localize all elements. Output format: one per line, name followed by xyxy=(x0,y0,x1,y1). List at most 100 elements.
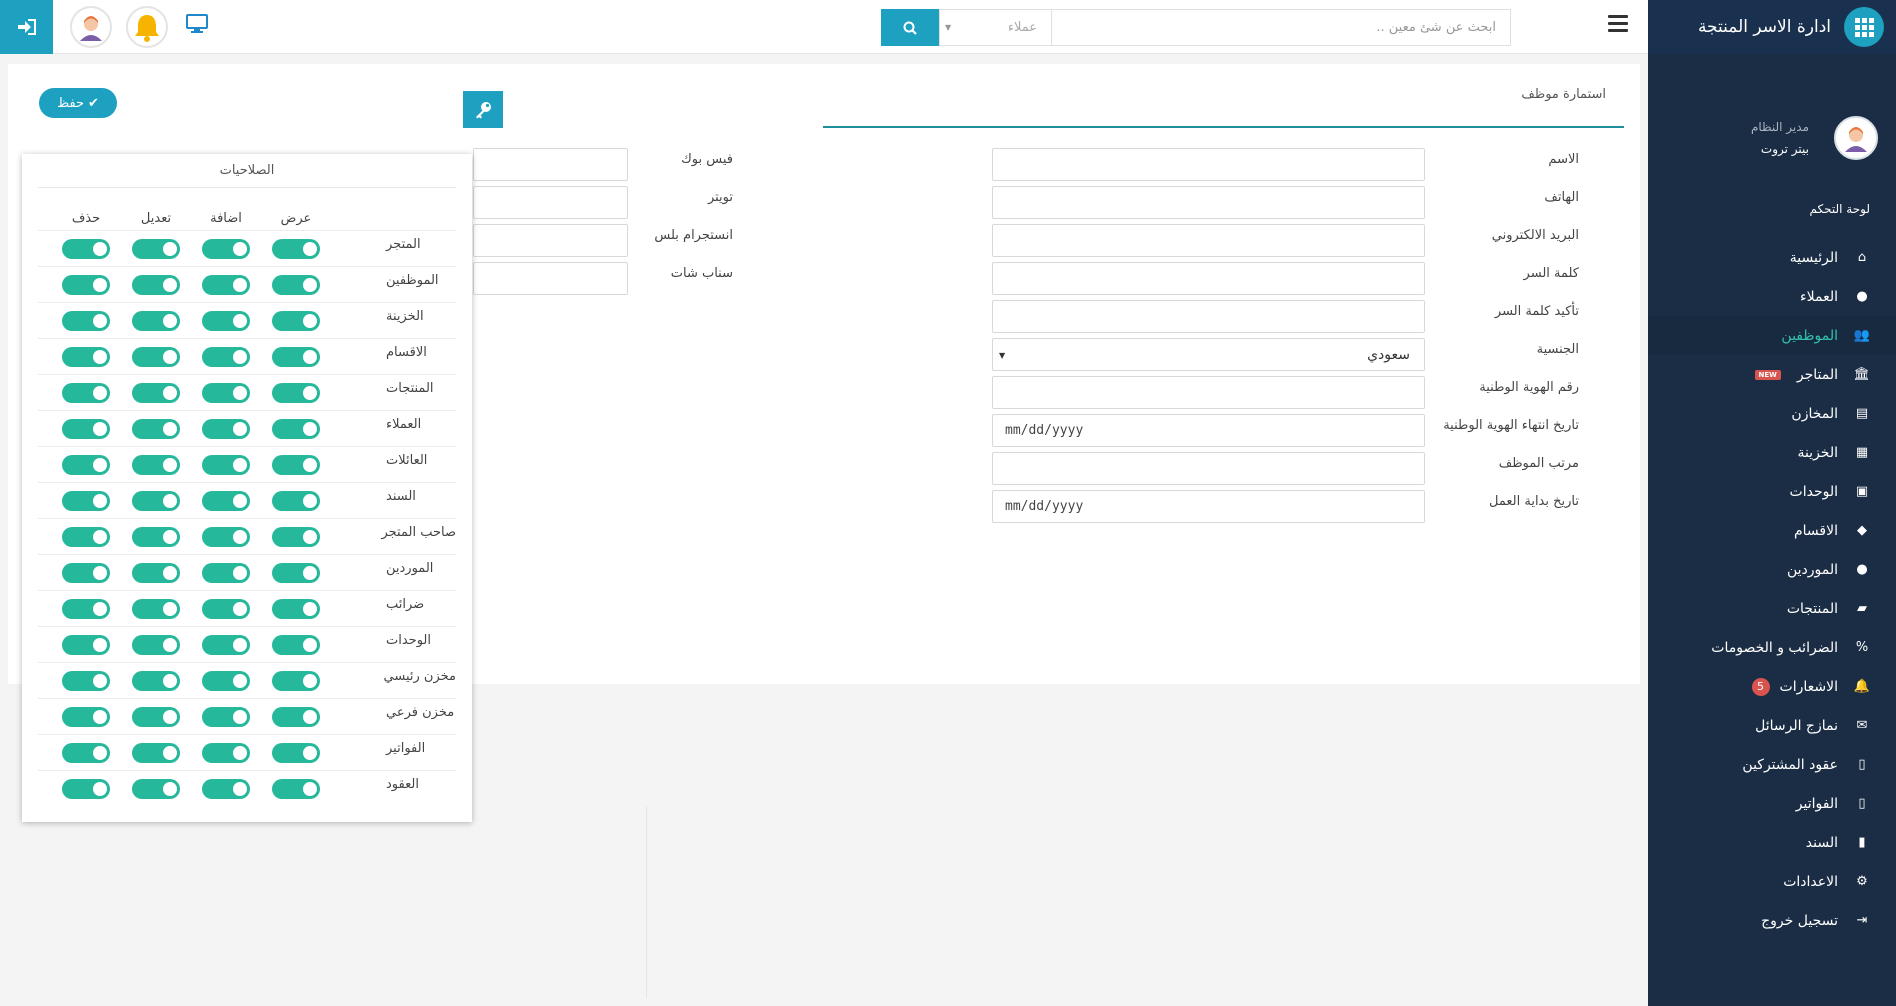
permission-toggle[interactable] xyxy=(202,707,250,727)
search-scope-select[interactable]: عملاء ▼ xyxy=(939,9,1052,46)
permission-toggle[interactable] xyxy=(62,491,110,511)
permission-toggle[interactable] xyxy=(132,455,180,475)
permission-toggle[interactable] xyxy=(132,707,180,727)
search-button[interactable] xyxy=(881,9,939,46)
permission-toggle[interactable] xyxy=(202,347,250,367)
field-input-8[interactable] xyxy=(992,452,1425,485)
permission-toggle[interactable] xyxy=(202,779,250,799)
permission-toggle[interactable] xyxy=(202,599,250,619)
field-input-1[interactable] xyxy=(992,186,1425,219)
permission-toggle[interactable] xyxy=(272,239,320,259)
field-input-0[interactable] xyxy=(992,148,1425,181)
permission-toggle[interactable] xyxy=(202,671,250,691)
social-input-1[interactable] xyxy=(473,186,628,219)
permission-toggle[interactable] xyxy=(202,419,250,439)
permission-toggle[interactable] xyxy=(62,635,110,655)
sidebar-item-13[interactable]: ▯ عقود المشتركين xyxy=(1648,745,1896,784)
permission-toggle[interactable] xyxy=(272,743,320,763)
permission-toggle[interactable] xyxy=(272,635,320,655)
field-input-7[interactable] xyxy=(992,414,1425,447)
permission-toggle[interactable] xyxy=(62,455,110,475)
field-input-9[interactable] xyxy=(992,490,1425,523)
permission-toggle[interactable] xyxy=(272,383,320,403)
sidebar-item-1[interactable]: ● العملاء xyxy=(1648,277,1896,316)
permission-toggle[interactable] xyxy=(202,743,250,763)
monitor-icon[interactable] xyxy=(186,14,208,38)
permission-toggle[interactable] xyxy=(132,599,180,619)
permission-toggle[interactable] xyxy=(132,563,180,583)
permission-toggle[interactable] xyxy=(132,671,180,691)
social-input-3[interactable] xyxy=(473,262,628,295)
permission-toggle[interactable] xyxy=(272,563,320,583)
permission-toggle[interactable] xyxy=(132,383,180,403)
sidebar-item-10[interactable]: % الضرائب و الخصومات xyxy=(1648,628,1896,667)
permission-toggle[interactable] xyxy=(132,347,180,367)
permission-toggle[interactable] xyxy=(132,779,180,799)
permission-toggle[interactable] xyxy=(272,455,320,475)
sidebar-item-6[interactable]: ▣ الوحدات xyxy=(1648,472,1896,511)
field-input-4[interactable] xyxy=(992,300,1425,333)
logout-button[interactable] xyxy=(0,0,53,54)
permission-toggle[interactable] xyxy=(272,779,320,799)
sidebar-item-8[interactable]: ● الموردين xyxy=(1648,550,1896,589)
search-input[interactable] xyxy=(1052,9,1511,46)
field-input-6[interactable] xyxy=(992,376,1425,409)
apps-grid-icon[interactable] xyxy=(1844,7,1884,47)
sidebar-item-3[interactable]: 🏛 المتاجر NEW xyxy=(1648,355,1896,394)
permission-toggle[interactable] xyxy=(62,563,110,583)
permission-toggle[interactable] xyxy=(62,599,110,619)
permission-toggle[interactable] xyxy=(272,347,320,367)
sidebar-item-17[interactable]: ⇥ تسجيل خروج xyxy=(1648,901,1896,940)
avatar[interactable] xyxy=(1834,116,1878,160)
permission-toggle[interactable] xyxy=(272,599,320,619)
save-button[interactable]: ✔ حفظ xyxy=(39,88,117,118)
user-avatar[interactable] xyxy=(70,6,112,48)
permission-toggle[interactable] xyxy=(202,563,250,583)
permission-toggle[interactable] xyxy=(202,383,250,403)
permission-toggle[interactable] xyxy=(202,275,250,295)
sidebar-item-0[interactable]: ⌂ الرئيسية xyxy=(1648,238,1896,277)
permission-toggle[interactable] xyxy=(62,527,110,547)
field-input-3[interactable] xyxy=(992,262,1425,295)
sidebar-item-7[interactable]: ◆ الاقسام xyxy=(1648,511,1896,550)
notifications-bell-icon[interactable] xyxy=(126,6,168,48)
permission-toggle[interactable] xyxy=(132,527,180,547)
permission-toggle[interactable] xyxy=(132,311,180,331)
permission-toggle[interactable] xyxy=(132,419,180,439)
sidebar-item-15[interactable]: ▮ السند xyxy=(1648,823,1896,862)
sidebar-item-9[interactable]: ▰ المنتجات xyxy=(1648,589,1896,628)
permission-toggle[interactable] xyxy=(62,239,110,259)
sidebar-item-11[interactable]: 🔔 الاشعارات 5 xyxy=(1648,667,1896,706)
sidebar-item-14[interactable]: ▯ الفواتير xyxy=(1648,784,1896,823)
permission-toggle[interactable] xyxy=(62,419,110,439)
permission-toggle[interactable] xyxy=(272,419,320,439)
permission-toggle[interactable] xyxy=(272,527,320,547)
menu-toggle-icon[interactable] xyxy=(1608,15,1628,36)
permission-toggle[interactable] xyxy=(132,743,180,763)
permission-toggle[interactable] xyxy=(132,239,180,259)
sidebar-item-12[interactable]: ✉ نمازج الرسائل xyxy=(1648,706,1896,745)
permission-toggle[interactable] xyxy=(202,527,250,547)
permission-toggle[interactable] xyxy=(272,671,320,691)
social-input-0[interactable] xyxy=(473,148,628,181)
permission-toggle[interactable] xyxy=(272,275,320,295)
permission-toggle[interactable] xyxy=(272,311,320,331)
sidebar-item-4[interactable]: ▤ المخازن xyxy=(1648,394,1896,433)
permission-toggle[interactable] xyxy=(62,347,110,367)
field-input-2[interactable] xyxy=(992,224,1425,257)
permission-toggle[interactable] xyxy=(202,311,250,331)
permission-toggle[interactable] xyxy=(202,239,250,259)
sidebar-item-2[interactable]: 👥 الموظفين xyxy=(1648,316,1896,355)
permission-toggle[interactable] xyxy=(132,491,180,511)
permission-toggle[interactable] xyxy=(202,455,250,475)
permission-toggle[interactable] xyxy=(202,491,250,511)
permission-toggle[interactable] xyxy=(202,635,250,655)
permission-toggle[interactable] xyxy=(62,671,110,691)
permission-toggle[interactable] xyxy=(272,707,320,727)
permission-toggle[interactable] xyxy=(62,743,110,763)
permission-toggle[interactable] xyxy=(62,707,110,727)
sidebar-item-5[interactable]: ▦ الخزينة xyxy=(1648,433,1896,472)
permission-toggle[interactable] xyxy=(62,779,110,799)
generate-password-button[interactable] xyxy=(463,91,503,128)
permission-toggle[interactable] xyxy=(62,383,110,403)
